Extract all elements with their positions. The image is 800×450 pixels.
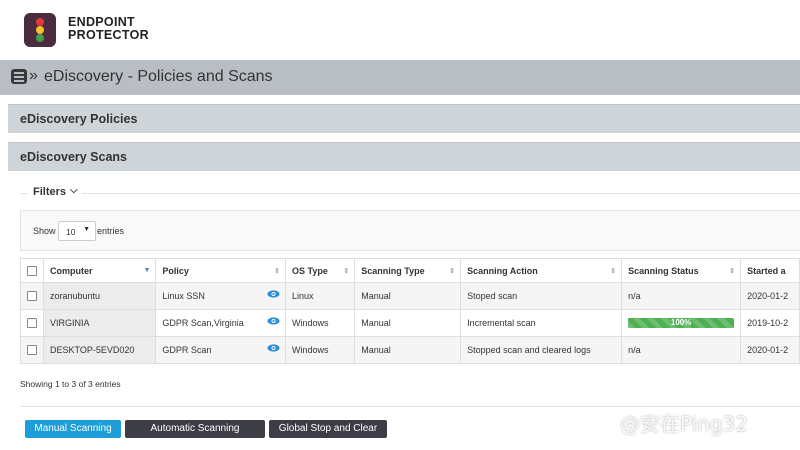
traffic-light-logo-icon: [24, 13, 56, 47]
row-checkbox[interactable]: [27, 345, 37, 356]
policy-name: GDPR Scan,Virginia: [162, 318, 244, 328]
table-row[interactable]: DESKTOP-5EVD020 GDPR Scan Windows Manual…: [20, 336, 800, 364]
cell-started-at: 2019-10-2: [740, 309, 800, 337]
cell-os-type: Windows: [285, 336, 356, 364]
sort-icon[interactable]: ⇕: [610, 267, 616, 275]
menu-toggle-icon[interactable]: [11, 69, 27, 84]
page-title: eDiscovery - Policies and Scans: [44, 68, 273, 85]
chevron-down-icon[interactable]: ⌵: [70, 185, 78, 196]
cell-computer: zoranubuntu: [42, 282, 157, 310]
select-all-checkbox-cell[interactable]: [20, 258, 44, 283]
cell-started-at: 2020-01-2: [740, 336, 800, 364]
section-ediscovery-policies[interactable]: eDiscovery Policies: [8, 104, 800, 133]
table-row[interactable]: VIRGINIA GDPR Scan,Virginia Windows Manu…: [20, 309, 800, 337]
cell-policy: GDPR Scan,Virginia: [155, 309, 287, 337]
sort-icon[interactable]: ⇕: [729, 267, 735, 275]
progress-label: 100%: [670, 318, 692, 327]
row-checkbox-cell[interactable]: [20, 282, 44, 310]
cell-os-type: Windows: [285, 309, 356, 337]
row-checkbox[interactable]: [27, 291, 37, 302]
cell-scanning-type: Manual: [354, 282, 462, 310]
cell-scanning-type: Manual: [354, 336, 462, 364]
divider: [20, 406, 800, 407]
section-ediscovery-scans[interactable]: eDiscovery Scans: [8, 142, 800, 171]
manual-scanning-button[interactable]: Manual Scanning: [25, 420, 121, 438]
cell-scanning-status: 100%: [621, 309, 742, 337]
select-all-checkbox[interactable]: [27, 265, 37, 276]
section-title-scans: eDiscovery Scans: [20, 150, 128, 164]
policy-name: GDPR Scan: [162, 345, 212, 355]
brand-line-2: PROTECTOR: [68, 28, 149, 42]
cell-scanning-action: Stoped scan: [460, 282, 623, 310]
column-header-os-type[interactable]: OS Type ⇕: [285, 258, 356, 283]
cell-scanning-status: n/a: [621, 336, 742, 364]
filters-toggle[interactable]: Filters ⌵: [20, 185, 800, 200]
table-row[interactable]: zoranubuntu Linux SSN Linux Manual Stope…: [20, 282, 800, 310]
app-header: ENDPOINT PROTECTOR: [0, 0, 800, 60]
section-title-policies: eDiscovery Policies: [20, 112, 138, 126]
sort-desc-icon[interactable]: ▼: [143, 267, 150, 274]
cell-started-at: 2020-01-2: [740, 282, 800, 310]
cell-policy: Linux SSN: [155, 282, 287, 310]
scans-table: Computer ▼ Policy ⇕ OS Type ⇕ Scanning Type…: [20, 258, 800, 364]
show-label: Show: [33, 226, 56, 236]
scan-progress-bar: 100%: [628, 318, 735, 328]
table-toolbar: Show 10 ▼ entries: [20, 210, 800, 251]
column-label: Scanning Type: [361, 265, 425, 276]
cell-policy: GDPR Scan: [155, 336, 287, 364]
sort-icon[interactable]: ⇕: [449, 267, 455, 275]
column-header-scanning-type[interactable]: Scanning Type ⇕: [354, 258, 462, 283]
select-caret-icon: ▼: [83, 226, 90, 233]
eye-icon[interactable]: [267, 317, 280, 325]
eye-icon[interactable]: [267, 344, 280, 352]
entries-per-page-select[interactable]: 10 ▼: [58, 221, 96, 241]
entries-select-value: 10: [66, 227, 76, 237]
column-header-started-at[interactable]: Started a: [740, 258, 800, 283]
column-label: Started a: [747, 265, 786, 276]
breadcrumb-separator: »: [29, 67, 38, 84]
cell-os-type: Linux: [285, 282, 356, 310]
sort-icon[interactable]: ⇕: [343, 267, 349, 275]
entries-label: entries: [97, 226, 125, 236]
column-label: OS Type: [292, 265, 328, 276]
cell-computer: VIRGINIA: [42, 309, 157, 337]
column-header-computer[interactable]: Computer ▼: [42, 258, 157, 283]
watermark: ​@安在Ping32: [620, 412, 748, 436]
automatic-scanning-button[interactable]: Automatic Scanning: [125, 420, 265, 438]
column-label: Scanning Status: [628, 265, 699, 276]
cell-scanning-type: Manual: [354, 309, 462, 337]
row-checkbox[interactable]: [27, 318, 37, 329]
column-header-policy[interactable]: Policy ⇕: [155, 258, 287, 283]
cell-scanning-action: Incremental scan: [460, 309, 623, 337]
row-checkbox-cell[interactable]: [20, 309, 44, 337]
column-label: Scanning Action: [467, 265, 538, 276]
eye-icon[interactable]: [267, 290, 280, 298]
page-titlebar: » eDiscovery - Policies and Scans: [0, 60, 800, 95]
column-header-scanning-status[interactable]: Scanning Status ⇕: [621, 258, 742, 283]
filters-label[interactable]: Filters: [33, 186, 66, 198]
column-label: Computer: [50, 265, 93, 276]
cell-computer: DESKTOP-5EVD020: [42, 336, 157, 364]
sort-icon[interactable]: ⇕: [274, 267, 280, 275]
cell-scanning-action: Stopped scan and cleared logs: [460, 336, 623, 364]
cell-scanning-status: n/a: [621, 282, 742, 310]
table-info: Showing 1 to 3 of 3 entries: [20, 379, 121, 389]
brand-name: ENDPOINT PROTECTOR: [68, 16, 149, 42]
column-label: Policy: [162, 265, 189, 276]
column-header-scanning-action[interactable]: Scanning Action ⇕: [460, 258, 623, 283]
table-header-row: Computer ▼ Policy ⇕ OS Type ⇕ Scanning Type…: [20, 258, 800, 283]
policy-name: Linux SSN: [162, 291, 205, 301]
row-checkbox-cell[interactable]: [20, 336, 44, 364]
global-stop-clear-button[interactable]: Global Stop and Clear: [269, 420, 387, 438]
